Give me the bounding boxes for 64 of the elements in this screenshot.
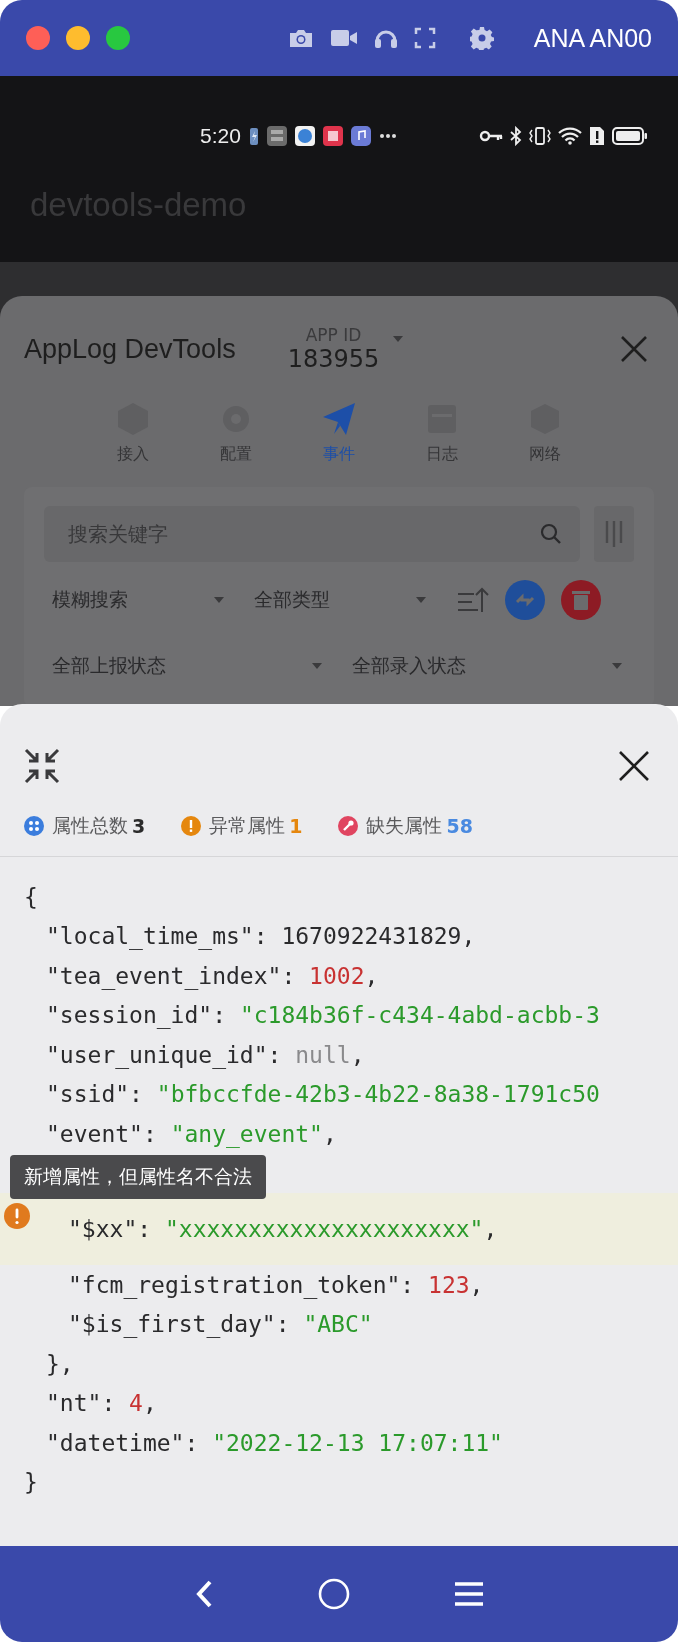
code-line: "event": "any_event",	[46, 1120, 337, 1147]
code-line: {	[24, 883, 38, 910]
caret-icon[interactable]	[312, 663, 322, 669]
code-line: }	[24, 1469, 38, 1496]
stat-label: 异常属性	[209, 813, 286, 838]
bluetooth-icon	[510, 126, 522, 146]
video-camera-icon[interactable]	[329, 28, 358, 48]
device-name: ANA AN00	[533, 23, 652, 53]
dropdown[interactable]: 全部类型	[246, 587, 434, 613]
code-line: "tea_event_index": 1002,	[46, 962, 379, 989]
stat-count: 1	[289, 815, 303, 837]
close-window-button[interactable]	[26, 26, 50, 50]
stat-count: 58	[446, 815, 473, 837]
bars-icon[interactable]	[604, 519, 624, 549]
dropdown[interactable]: 全部上报状态	[44, 653, 330, 679]
panel-title: AppLog DevTools	[24, 333, 236, 365]
settings-icon[interactable]	[469, 26, 494, 50]
caret-icon[interactable]	[416, 597, 426, 603]
app-notification-icon	[266, 126, 287, 146]
back-icon[interactable]	[194, 1579, 214, 1609]
filter-button[interactable]	[594, 506, 634, 562]
code-line: "session_id": "c184b36f-c434-4abd-acbb-3	[46, 1002, 600, 1029]
key-icon	[479, 129, 503, 143]
tooltip: 新增属性，但属性名不合法	[10, 1155, 266, 1199]
fullscreen-icon[interactable]	[413, 27, 436, 49]
dropdown[interactable]: 模糊搜索	[44, 587, 232, 613]
dropdown[interactable]: 全部录入状态	[344, 653, 630, 679]
code-line: "fcm_registration_token": 123,	[68, 1271, 484, 1298]
code-line: "user_unique_id": null,	[46, 1041, 365, 1068]
minimize-window-button[interactable]	[66, 26, 90, 50]
code-line: "$is_first_day": "ABC"	[68, 1311, 373, 1338]
code-line: "datetime": "2022-12-13 17:07:11"	[46, 1429, 503, 1456]
app-notification-icon	[294, 126, 315, 146]
code-line: "$xx": "xxxxxxxxxxxxxxxxxxxxx",	[68, 1216, 498, 1242]
home-icon[interactable]	[318, 1578, 350, 1610]
battery-saver-icon	[248, 126, 259, 146]
search-icon[interactable]	[540, 523, 562, 545]
warning-icon	[4, 1203, 30, 1229]
delete-button[interactable]	[560, 579, 602, 621]
collapse-icon[interactable]	[24, 748, 60, 784]
code-line: },	[46, 1350, 74, 1377]
code-line: "nt": 4,	[46, 1390, 157, 1417]
wifi-icon	[558, 127, 582, 145]
tab[interactable]: 事件	[320, 400, 358, 465]
more-icon	[378, 133, 397, 139]
sim-alert-icon	[589, 126, 605, 146]
stat-label: 属性总数	[52, 813, 128, 838]
close-icon[interactable]	[618, 750, 650, 782]
menu-icon[interactable]	[454, 1581, 484, 1607]
refresh-button[interactable]	[504, 579, 546, 621]
stat-label: 缺失属性	[366, 813, 443, 838]
sort-icon[interactable]	[456, 586, 490, 614]
caret-icon[interactable]	[393, 336, 404, 342]
vibrate-icon	[529, 126, 551, 146]
app-id-value: 183955	[287, 345, 380, 373]
camera-icon[interactable]	[287, 27, 314, 49]
battery-icon	[612, 126, 648, 146]
caret-icon[interactable]	[612, 663, 622, 669]
maximize-window-button[interactable]	[106, 26, 130, 50]
code-line: "local_time_ms": 1670922431829,	[46, 923, 476, 950]
status-time: 5:20	[200, 124, 241, 148]
code-line: "ssid": "bfbccfde-42b3-4b22-8a38-1791c50	[46, 1081, 600, 1108]
caret-icon[interactable]	[214, 597, 224, 603]
stat-count: 3	[132, 815, 146, 837]
